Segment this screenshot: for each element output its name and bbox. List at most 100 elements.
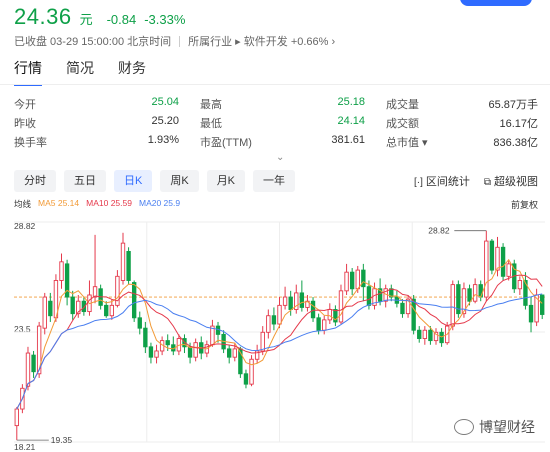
range-stats-button[interactable]: [·] 区间统计 bbox=[414, 173, 470, 189]
tabs-divider bbox=[0, 84, 550, 85]
candle-body bbox=[243, 373, 249, 385]
stats-row: 今开 25.04 最高 25.18 成交量 65.87万手 bbox=[14, 94, 538, 113]
stat-label: 成交额 bbox=[386, 117, 419, 130]
stat-high: 最高 25.18 bbox=[200, 96, 365, 112]
wechat-logo-icon bbox=[454, 419, 474, 435]
candle-body bbox=[299, 292, 305, 308]
stat-value: 24.14 bbox=[337, 114, 365, 127]
stat-value: 25.20 bbox=[151, 114, 179, 127]
status-row: 已收盘 03-29 15:00:00 北京时间 所属行业 ▸ 软件开发 +0.6… bbox=[14, 33, 335, 49]
candle-body bbox=[14, 408, 19, 427]
candle-body bbox=[338, 290, 344, 323]
candle-body bbox=[540, 294, 545, 315]
period-button-weekly[interactable]: 周K bbox=[160, 170, 199, 192]
stat-label: 总市值 ▾ bbox=[386, 136, 428, 149]
current-price: 24.36 bbox=[14, 4, 72, 29]
candle-body bbox=[70, 296, 75, 315]
candle-body bbox=[25, 352, 31, 387]
stat-value: 25.04 bbox=[151, 95, 179, 108]
bracket-icon: [·] bbox=[413, 177, 423, 188]
stat-open: 今开 25.04 bbox=[14, 96, 179, 112]
candle-body bbox=[193, 342, 198, 358]
legend-ma10: MA10 25.59 bbox=[86, 198, 132, 208]
super-view-button[interactable]: ⧉ 超级视图 bbox=[484, 173, 538, 189]
candle-body bbox=[227, 348, 232, 358]
period-button-intraday[interactable]: 分时 bbox=[14, 170, 56, 192]
min-marker-label: 19.35 bbox=[51, 435, 73, 445]
super-view-label: 超级视图 bbox=[494, 176, 538, 188]
candle-body bbox=[260, 331, 265, 352]
stat-value: 381.61 bbox=[331, 133, 365, 146]
candle-body bbox=[288, 296, 293, 310]
candle-body bbox=[143, 327, 148, 348]
price-unit: 元 bbox=[79, 12, 93, 27]
stat-value: 1.93% bbox=[147, 133, 179, 146]
stat-low: 最低 24.14 bbox=[200, 115, 365, 131]
candle-body bbox=[349, 271, 355, 290]
candle-body bbox=[500, 246, 506, 277]
candle-body bbox=[48, 300, 53, 317]
candle-body bbox=[31, 354, 36, 373]
candle-body bbox=[528, 304, 534, 323]
candle-body bbox=[277, 304, 282, 325]
candle-body bbox=[137, 317, 142, 329]
period-button-year[interactable]: 一年 bbox=[253, 170, 296, 192]
max-marker-label: 28.82 bbox=[428, 226, 450, 236]
stat-label: 最低 bbox=[200, 117, 222, 130]
axis-low-label: 18.21 bbox=[14, 442, 36, 452]
top-action-button[interactable] bbox=[460, 0, 532, 6]
tab-quotes[interactable]: 行情 bbox=[14, 58, 42, 86]
candle-body bbox=[327, 309, 332, 321]
stat-label: 最高 bbox=[200, 98, 222, 111]
candle-body bbox=[271, 315, 277, 325]
candle-body bbox=[422, 329, 428, 339]
candle-body bbox=[249, 358, 254, 385]
candle-body bbox=[506, 263, 511, 277]
legend-ma20: MA20 25.9 bbox=[138, 198, 181, 208]
candle-body bbox=[450, 284, 455, 327]
stat-market-cap[interactable]: 总市值 ▾ 836.38亿 bbox=[386, 134, 538, 150]
expand-chevron-icon[interactable]: ⌄ bbox=[276, 152, 284, 163]
candle-body bbox=[361, 269, 366, 288]
candle-body bbox=[411, 298, 416, 331]
period-button-monthly[interactable]: 月K bbox=[206, 170, 246, 192]
stat-turnover-amount: 成交额 16.17亿 bbox=[386, 115, 538, 131]
stats-row: 换手率 1.93% 市盈(TTM) 381.61 总市值 ▾ 836.38亿 bbox=[14, 132, 538, 151]
stat-label: 昨收 bbox=[14, 117, 36, 130]
legend-ma5: MA5 25.14 bbox=[38, 198, 80, 208]
candle-body bbox=[59, 261, 64, 281]
candle-body bbox=[165, 340, 170, 346]
candle-body bbox=[109, 304, 114, 317]
chart-grid bbox=[14, 221, 545, 443]
candle-body bbox=[484, 240, 489, 298]
industry-link[interactable]: 所属行业 ▸ 软件开发 +0.66% › bbox=[188, 33, 335, 49]
candlestick-chart[interactable]: 28.82 23.5 18.21 28.82 19.35 bbox=[0, 210, 550, 452]
ma-legend: 均线 MA5 25.14 MA10 25.59 MA20 25.9 bbox=[14, 198, 180, 210]
candle-body bbox=[428, 329, 433, 342]
period-selector: 分时 五日 日K 周K 月K 一年 bbox=[14, 170, 296, 192]
quote-header: 24.36 元 -0.84 -3.33% bbox=[14, 4, 185, 32]
price-change-pct: -3.33% bbox=[144, 12, 186, 27]
tab-finance[interactable]: 财务 bbox=[118, 58, 146, 86]
period-button-5day[interactable]: 五日 bbox=[64, 170, 106, 192]
candle-body bbox=[310, 300, 316, 319]
watermark-text: 博望财经 bbox=[479, 419, 535, 435]
candle-body bbox=[148, 346, 154, 358]
stat-value: 836.38亿 bbox=[493, 136, 538, 149]
stat-label: 换手率 bbox=[14, 136, 47, 149]
candle-body bbox=[417, 329, 422, 339]
range-stats-label: 区间统计 bbox=[425, 176, 470, 188]
stat-value: 16.17亿 bbox=[499, 117, 538, 130]
candle-body bbox=[495, 246, 500, 271]
chart-tools: [·] 区间统计 ⧉ 超级视图 bbox=[414, 173, 538, 189]
stat-volume: 成交量 65.87万手 bbox=[386, 96, 538, 112]
candle-body bbox=[282, 296, 288, 306]
divider bbox=[179, 35, 181, 47]
stats-row: 昨收 25.20 最低 24.14 成交额 16.17亿 bbox=[14, 113, 538, 132]
period-button-daily[interactable]: 日K bbox=[114, 170, 153, 192]
candle-body bbox=[344, 271, 349, 292]
candle-body bbox=[154, 350, 159, 358]
candle-body bbox=[489, 240, 495, 271]
candle-body bbox=[355, 269, 360, 290]
tab-profile[interactable]: 简况 bbox=[66, 58, 94, 86]
